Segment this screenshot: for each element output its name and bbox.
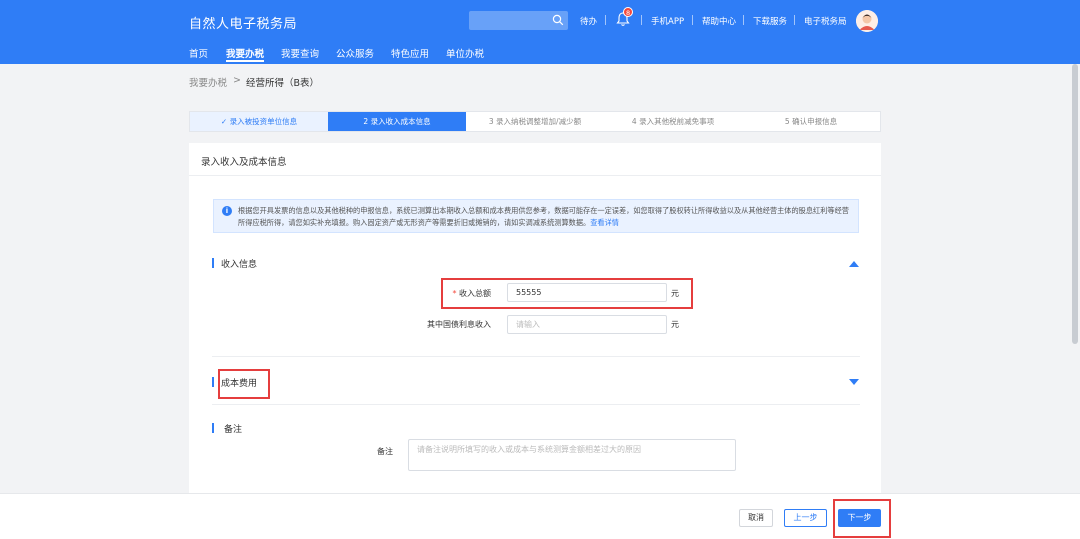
- notice-detail-link[interactable]: 查看详情: [590, 218, 619, 227]
- header-divider: [692, 15, 693, 25]
- notice-text: 根据您开具发票的信息以及其他税种的申报信息，系统已测算出本期收入总额和成本费用供…: [238, 206, 849, 227]
- nav-tax-handling[interactable]: 我要办税: [226, 46, 264, 60]
- highlight-cost-section: [218, 369, 270, 399]
- notification-badge: 8: [623, 7, 634, 17]
- avatar-icon: [856, 10, 878, 32]
- site-logo[interactable]: 自然人电子税务局: [189, 13, 297, 32]
- form-card: 录入收入及成本信息 i 根据您开具发票的信息以及其他税种的申报信息，系统已测算出…: [189, 143, 881, 498]
- progress-steps: ✓ 录入被投资单位信息 2 录入收入成本信息 3 录入纳税调整增加/减少额 4 …: [189, 111, 881, 132]
- step-1[interactable]: ✓ 录入被投资单位信息: [190, 112, 328, 131]
- step-2[interactable]: 2 录入收入成本信息: [328, 112, 466, 131]
- header-link-mobile-app[interactable]: 手机APP: [651, 15, 684, 27]
- card-divider: [189, 175, 881, 176]
- nav-query[interactable]: 我要查询: [281, 46, 319, 60]
- search-icon[interactable]: [552, 14, 564, 26]
- section-marker: [212, 377, 214, 387]
- step-4: 4 录入其他税前减免事项: [631, 117, 715, 126]
- nav-unit-tax[interactable]: 单位办税: [446, 46, 484, 60]
- collapse-up-icon[interactable]: [849, 261, 859, 267]
- step-3: 3 录入纳税调整增加/减少额: [488, 117, 582, 126]
- section-divider: [212, 404, 860, 405]
- highlight-total-income: [441, 278, 693, 309]
- user-avatar[interactable]: [856, 10, 878, 32]
- remark-label: 备注: [377, 447, 393, 456]
- income-section-title: 收入信息: [221, 260, 258, 270]
- nav-active-indicator: [226, 60, 264, 62]
- section-divider: [212, 356, 860, 357]
- header-divider: [641, 15, 642, 25]
- todo-link[interactable]: 待办: [580, 15, 597, 27]
- highlight-next-button: [833, 499, 891, 538]
- nav-home[interactable]: 首页: [189, 46, 208, 60]
- header-link-help[interactable]: 帮助中心: [702, 15, 736, 27]
- search-box[interactable]: [469, 11, 568, 30]
- card-title: 录入收入及成本信息: [201, 157, 287, 168]
- remark-section-title: 备注: [224, 425, 243, 435]
- breadcrumb-current: 经营所得（B表）: [246, 78, 320, 89]
- section-marker: [212, 258, 214, 268]
- info-icon: i: [222, 206, 232, 216]
- header-link-download[interactable]: 下载服务: [753, 15, 787, 27]
- header-divider: [605, 15, 606, 25]
- section-marker: [212, 423, 214, 433]
- nav-public-service[interactable]: 公众服务: [336, 46, 374, 60]
- top-header: 自然人电子税务局 待办 8 手机APP 帮助中心 下载服务 电子税务局 首页 我…: [0, 0, 1080, 64]
- page-scrollbar[interactable]: [1072, 64, 1078, 344]
- prev-step-button[interactable]: 上一步: [784, 509, 827, 527]
- bond-interest-label: 其中国债利息收入: [427, 320, 491, 329]
- breadcrumb-separator: >: [233, 75, 241, 86]
- expand-down-icon[interactable]: [849, 379, 859, 385]
- header-link-etax[interactable]: 电子税务局: [804, 15, 847, 27]
- bond-interest-input[interactable]: [507, 315, 667, 334]
- nav-featured-apps[interactable]: 特色应用: [391, 46, 429, 60]
- info-notice: i 根据您开具发票的信息以及其他税种的申报信息，系统已测算出本期收入总额和成本费…: [213, 199, 859, 233]
- step-5: 5 确认申报信息: [784, 117, 838, 126]
- header-divider: [743, 15, 744, 25]
- action-footer: 取消 上一步 下一步: [0, 493, 1080, 539]
- cancel-button[interactable]: 取消: [739, 509, 773, 527]
- bond-interest-unit: 元: [671, 320, 679, 329]
- breadcrumb-parent[interactable]: 我要办税: [189, 75, 227, 89]
- header-divider: [794, 15, 795, 25]
- remark-textarea[interactable]: [408, 439, 736, 471]
